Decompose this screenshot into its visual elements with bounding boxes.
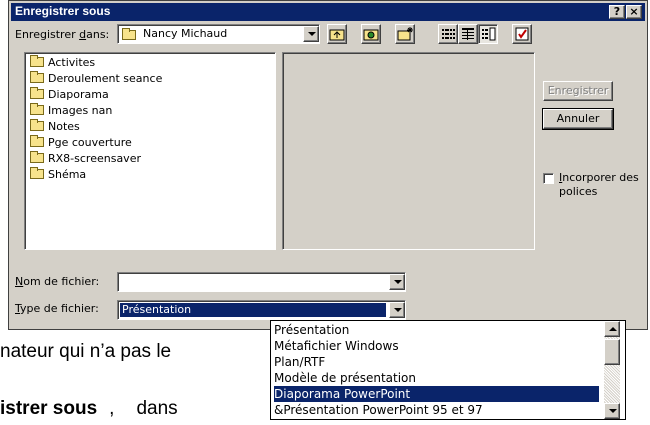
list-item[interactable]: Pge couverture	[30, 135, 132, 150]
filetype-value: Présentation	[120, 303, 386, 317]
close-icon: ×	[629, 5, 639, 18]
list-item[interactable]: Images nan	[30, 103, 112, 118]
background-text-line2: istrer sous, dans	[0, 398, 178, 419]
details-view-button[interactable]	[458, 24, 478, 44]
preview-view-icon	[482, 27, 496, 41]
help-button[interactable]: ?	[609, 5, 625, 19]
file-list[interactable]: Activites Deroulement seance Diaporama I…	[24, 52, 276, 250]
new-folder-icon	[397, 27, 413, 41]
background-text-rest: dans	[136, 398, 178, 419]
list-item[interactable]: Shéma	[30, 167, 86, 182]
cancel-button[interactable]: Annuler	[542, 108, 614, 130]
folder-icon	[30, 55, 44, 67]
chevron-down-icon	[308, 32, 316, 36]
chevron-up-icon	[609, 327, 617, 331]
scroll-up-button[interactable]	[604, 321, 620, 337]
embed-fonts-label-line2: polices	[559, 185, 598, 198]
tools-icon	[515, 27, 529, 41]
web-search-icon	[363, 29, 379, 41]
background-text-bold: istrer sous	[0, 398, 98, 419]
list-item[interactable]: Notes	[30, 119, 80, 134]
scroll-down-button[interactable]	[604, 403, 620, 419]
filetype-dropdown-list[interactable]: Présentation Métafichier Windows Plan/RT…	[270, 320, 626, 420]
list-item[interactable]: Deroulement seance	[30, 71, 162, 86]
close-button[interactable]: ×	[626, 5, 642, 19]
tools-button[interactable]	[512, 24, 532, 44]
title-bar[interactable]: Enregistrer sous ? ×	[11, 3, 645, 21]
list-item[interactable]: Activites	[30, 55, 95, 70]
preview-pane	[282, 52, 535, 250]
up-one-level-button[interactable]	[327, 24, 347, 44]
chevron-down-icon	[394, 308, 402, 312]
new-folder-button[interactable]	[395, 24, 415, 44]
dropdown-option[interactable]: Métafichier Windows	[274, 338, 599, 354]
folder-icon	[30, 167, 44, 179]
folder-icon	[122, 28, 136, 40]
save-in-combo[interactable]: Nancy Michaud	[117, 24, 320, 44]
filename-dropdown-button[interactable]	[389, 274, 405, 290]
background-text-line1: nateur qui n’a pas le	[0, 341, 172, 362]
chevron-down-icon	[394, 280, 402, 284]
preview-view-button[interactable]	[478, 24, 498, 44]
embed-fonts-label: Incorporer des	[559, 171, 639, 184]
folder-up-icon	[329, 29, 345, 41]
save-in-value: Nancy Michaud	[143, 27, 228, 40]
save-in-label: Enregistrer dans:	[15, 28, 110, 41]
filename-combo[interactable]	[117, 272, 406, 292]
folder-icon	[30, 87, 44, 99]
scroll-thumb[interactable]	[604, 339, 620, 365]
filetype-label: Type de fichier:	[15, 302, 99, 315]
list-item[interactable]: RX8-screensaver	[30, 151, 141, 166]
search-web-button[interactable]	[361, 24, 381, 44]
dropdown-option-selected[interactable]: Diaporama PowerPoint	[274, 386, 599, 402]
dropdown-option[interactable]: Plan/RTF	[274, 354, 599, 370]
details-view-icon	[462, 28, 474, 40]
dropdown-option[interactable]: Présentation	[274, 322, 599, 338]
filetype-dropdown-button[interactable]	[389, 302, 405, 318]
help-icon: ?	[613, 5, 621, 18]
filename-label: Nom de fichier:	[15, 275, 100, 288]
save-as-dialog: Enregistrer sous ? × Enregistrer dans: N…	[8, 0, 648, 330]
dropdown-option[interactable]: Modèle de présentation	[274, 370, 599, 386]
list-view-icon	[442, 29, 455, 39]
folder-icon	[30, 103, 44, 115]
save-button[interactable]: Enregistrer	[543, 81, 613, 101]
folder-icon	[30, 151, 44, 163]
chevron-down-icon	[609, 409, 617, 413]
folder-icon	[30, 71, 44, 83]
dropdown-option[interactable]: &Présentation PowerPoint 95 et 97	[274, 402, 599, 418]
embed-fonts-checkbox[interactable]	[543, 173, 554, 184]
folder-icon	[30, 135, 44, 147]
dialog-title: Enregistrer sous	[15, 4, 111, 18]
save-in-dropdown-button[interactable]	[303, 26, 319, 42]
folder-icon	[30, 119, 44, 131]
filetype-combo[interactable]: Présentation	[117, 300, 406, 320]
list-item[interactable]: Diaporama	[30, 87, 109, 102]
list-view-button[interactable]	[438, 24, 458, 44]
